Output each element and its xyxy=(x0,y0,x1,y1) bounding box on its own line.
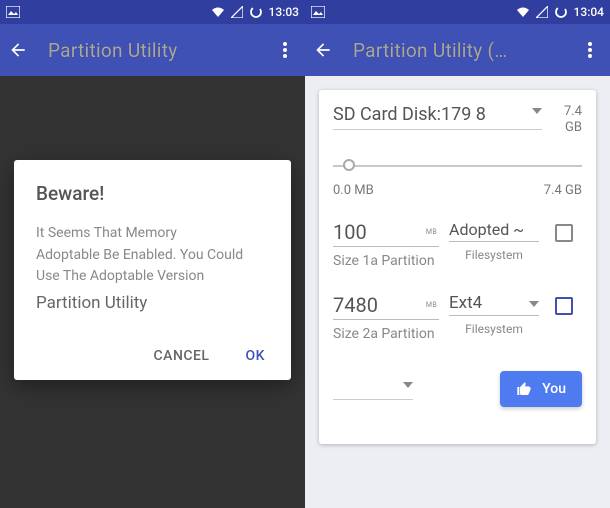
thumbs-up-icon xyxy=(516,381,532,397)
fs-2-select[interactable]: Ext4 xyxy=(449,293,539,316)
more-button[interactable] xyxy=(578,42,602,58)
wifi-icon xyxy=(516,6,530,18)
dialog-body: It Seems That Memory Adoptable Be Enable… xyxy=(36,223,269,316)
signal-icon xyxy=(231,6,243,18)
screen-partition: 13:04 Partition Utility (… SD Card Disk:… xyxy=(305,0,610,508)
disk-size: 7.4 GB xyxy=(542,104,582,135)
size-1-input[interactable]: 100 MB xyxy=(333,220,439,247)
partition-2-row: 7480 MB Size 2a Partition Ext4 Filesyste… xyxy=(333,293,582,344)
dialog-title: Beware! xyxy=(36,182,269,205)
picture-icon xyxy=(6,6,20,18)
loading-icon xyxy=(554,5,568,19)
chevron-down-icon xyxy=(529,301,539,307)
disk-select[interactable]: SD Card Disk:179 8 xyxy=(333,104,542,130)
disk-size-unit: GB xyxy=(546,120,582,136)
size-1-value: 100 xyxy=(333,220,367,244)
size-2-label: Size 2a Partition xyxy=(333,326,439,344)
screen-dialog: 13:03 Partition Utility Beware! It Seems… xyxy=(0,0,305,508)
fs-2-value: Ext4 xyxy=(449,293,482,313)
status-time: 13:04 xyxy=(574,5,604,19)
dialog-line: Use The Adoptable Version xyxy=(36,266,269,288)
go-button[interactable]: You xyxy=(500,371,582,407)
size-slider[interactable] xyxy=(333,157,582,175)
loading-icon xyxy=(249,5,263,19)
dialog-line: It Seems That Memory xyxy=(36,223,269,245)
beware-dialog: Beware! It Seems That Memory Adoptable B… xyxy=(14,160,291,380)
slider-thumb[interactable] xyxy=(343,159,355,171)
chevron-down-icon xyxy=(403,382,413,388)
fs-1-select[interactable]: Adopted ~ xyxy=(449,220,539,242)
back-button[interactable] xyxy=(313,38,337,62)
slider-min: 0.0 MB xyxy=(333,183,374,198)
status-time: 13:03 xyxy=(269,5,299,19)
fs-1-label: Filesystem xyxy=(449,248,539,262)
size-2-value: 7480 xyxy=(333,293,378,317)
go-button-label: You xyxy=(542,381,566,397)
disk-size-value: 7.4 xyxy=(546,104,582,120)
dialog-line: Partition Utility xyxy=(36,290,269,316)
app-bar: Partition Utility (… xyxy=(305,24,610,76)
fs-2-label: Filesystem xyxy=(449,322,539,336)
extra-select[interactable] xyxy=(333,378,413,400)
size-2-unit: MB xyxy=(426,301,437,309)
app-title: Partition Utility (… xyxy=(353,39,578,62)
signal-icon xyxy=(536,6,548,18)
app-bar: Partition Utility xyxy=(0,24,305,76)
wifi-icon xyxy=(211,6,225,18)
size-1-label: Size 1a Partition xyxy=(333,253,439,271)
app-title: Partition Utility xyxy=(48,39,273,62)
status-bar: 13:04 xyxy=(305,0,610,24)
picture-icon xyxy=(311,6,325,18)
partition-2-checkbox[interactable] xyxy=(555,297,573,315)
size-1-unit: MB xyxy=(426,228,437,236)
partition-1-row: 100 MB Size 1a Partition Adopted ~ Files… xyxy=(333,220,582,271)
cancel-button[interactable]: CANCEL xyxy=(150,342,214,370)
size-2-input[interactable]: 7480 MB xyxy=(333,293,439,320)
disk-label: SD Card Disk:179 8 xyxy=(333,104,486,125)
dialog-line: Adoptable Be Enabled. You Could xyxy=(36,245,269,267)
chevron-down-icon xyxy=(532,108,542,114)
slider-max: 7.4 GB xyxy=(544,183,582,198)
back-button[interactable] xyxy=(8,38,32,62)
partition-1-checkbox[interactable] xyxy=(555,224,573,242)
more-button[interactable] xyxy=(273,42,297,58)
ok-button[interactable]: OK xyxy=(242,342,270,370)
partition-card: SD Card Disk:179 8 7.4 GB 0.0 MB 7.4 GB … xyxy=(319,90,596,444)
status-bar: 13:03 xyxy=(0,0,305,24)
fs-1-value: Adopted ~ xyxy=(449,220,524,239)
